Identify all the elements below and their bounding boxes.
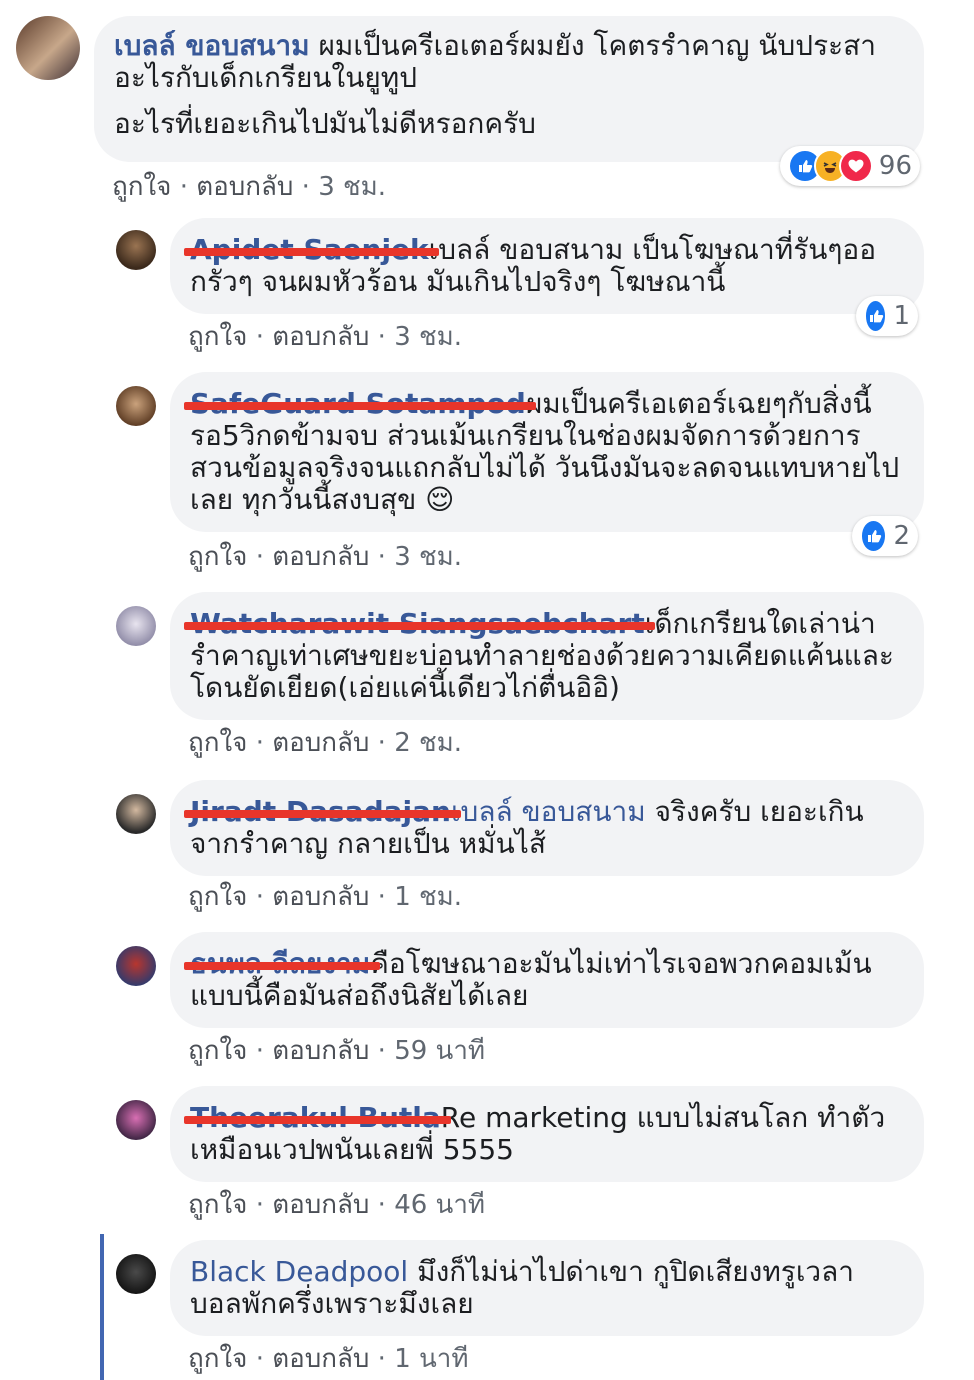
- reaction-count-badge[interactable]: 2: [852, 516, 918, 556]
- comment-actions: ถูกใจ · ตอบกลับ · 2 ชม.: [188, 728, 463, 758]
- comment-actions: ถูกใจ · ตอบกลับ · 3 ชม.: [188, 322, 463, 352]
- reaction-count: 1: [893, 301, 910, 331]
- timestamp[interactable]: 3 ชม.: [394, 542, 462, 572]
- redaction-bar: [184, 962, 381, 970]
- commenter-name[interactable]: Apidet Saenjek: [184, 234, 439, 266]
- avatar[interactable]: [116, 946, 156, 986]
- comment-bubble: เบลล์ ขอบสนาม ผมเป็นครีเอเตอร์ผมยัง โคตร…: [94, 16, 924, 162]
- timestamp[interactable]: 2 ชม.: [394, 728, 462, 758]
- thumbs-up-icon: [860, 519, 888, 553]
- reply-link[interactable]: ตอบกลับ: [272, 322, 369, 352]
- redaction-bar: [184, 622, 655, 630]
- reply-link[interactable]: ตอบกลับ: [272, 1190, 369, 1220]
- reply-link[interactable]: ตอบกลับ: [272, 542, 369, 572]
- commenter-name[interactable]: SafeGuard Sotampod: [184, 388, 536, 420]
- highlight-bar: [100, 1234, 104, 1380]
- commenter-name[interactable]: Theerakul Butla: [184, 1102, 451, 1134]
- redaction-bar: [184, 810, 461, 818]
- like-link[interactable]: ถูกใจ: [188, 882, 247, 912]
- comment-bubble: ธนพล ลีลยงามคือโฆษณาอะมันไม่เท่าไรเจอพวก…: [170, 932, 924, 1028]
- commenter-name[interactable]: Watcharawit Siangsaebchart: [184, 608, 655, 640]
- reply-link[interactable]: ตอบกลับ: [272, 1344, 369, 1374]
- reaction-count-badge[interactable]: 96: [780, 146, 920, 186]
- reaction-count: 96: [878, 151, 913, 181]
- comment-actions: ถูกใจ · ตอบกลับ · 59 นาที: [188, 1036, 486, 1066]
- like-link[interactable]: ถูกใจ: [112, 172, 171, 202]
- redaction-bar: [184, 248, 439, 256]
- timestamp[interactable]: 1 ชม.: [394, 882, 462, 912]
- reply-link[interactable]: ตอบกลับ: [272, 728, 369, 758]
- like-link[interactable]: ถูกใจ: [188, 1344, 247, 1374]
- avatar[interactable]: [116, 606, 156, 646]
- commenter-name[interactable]: เบลล์ ขอบสนาม: [114, 29, 310, 62]
- comment-bubble: SafeGuard Sotampodผมเป็นครีเอเตอร์เฉยๆกั…: [170, 372, 924, 532]
- comment-actions: ถูกใจ · ตอบกลับ · 3 ชม.: [188, 542, 463, 572]
- like-link[interactable]: ถูกใจ: [188, 1190, 247, 1220]
- comment-text-paragraph: อะไรที่เยอะเกินไปมันไม่ดีหรอกครับ: [114, 107, 536, 140]
- thumbs-up-icon: [864, 299, 888, 333]
- commenter-name[interactable]: Jiradt Dasadajan: [184, 796, 461, 828]
- like-link[interactable]: ถูกใจ: [188, 322, 247, 352]
- comment-bubble: Jiradt Dasadajanเบลล์ ขอบสนาม จริงครับ เ…: [170, 780, 924, 876]
- commenter-name[interactable]: Black Deadpool: [190, 1255, 408, 1288]
- heart-icon: [839, 149, 873, 183]
- timestamp[interactable]: 46 นาที: [394, 1190, 485, 1220]
- timestamp[interactable]: 59 นาที: [394, 1036, 485, 1066]
- like-link[interactable]: ถูกใจ: [188, 542, 247, 572]
- avatar[interactable]: [116, 794, 156, 834]
- comment-bubble: Black Deadpool มึงก็ไม่น่าไปด่าเขา กูปิด…: [170, 1240, 924, 1336]
- comment-bubble: Theerakul ButlaRe marketing แบบไม่สนโลก …: [170, 1086, 924, 1182]
- mention-link[interactable]: เบลล์ ขอบสนาม: [451, 795, 646, 828]
- avatar[interactable]: [116, 1100, 156, 1140]
- avatar[interactable]: [116, 1254, 156, 1294]
- redaction-bar: [184, 1116, 451, 1124]
- timestamp[interactable]: 3 ชม.: [394, 322, 462, 352]
- timestamp[interactable]: 1 นาที: [394, 1344, 468, 1374]
- comment-actions: ถูกใจ · ตอบกลับ · 46 นาที: [188, 1190, 486, 1220]
- timestamp[interactable]: 3 ชม.: [318, 172, 386, 202]
- reply-link[interactable]: ตอบกลับ: [196, 172, 293, 202]
- comment-bubble: Apidet Saenjekเบลล์ ขอบสนาม เป็นโฆษณาที่…: [170, 218, 924, 314]
- comment-bubble: Watcharawit Siangsaebchartเด็กเกรียนใดเล…: [170, 592, 924, 720]
- reply-link[interactable]: ตอบกลับ: [272, 882, 369, 912]
- avatar[interactable]: [116, 230, 156, 270]
- avatar[interactable]: [16, 16, 80, 80]
- reply-link[interactable]: ตอบกลับ: [272, 1036, 369, 1066]
- reaction-count-badge[interactable]: 1: [856, 296, 918, 336]
- reaction-count: 2: [893, 521, 910, 551]
- like-link[interactable]: ถูกใจ: [188, 728, 247, 758]
- redaction-bar: [184, 402, 536, 410]
- comment-actions: ถูกใจ · ตอบกลับ · 3 ชม.: [112, 172, 387, 202]
- comment-actions: ถูกใจ · ตอบกลับ · 1 ชม.: [188, 882, 463, 912]
- commenter-name[interactable]: ธนพล ลีลยงาม: [184, 948, 381, 980]
- avatar[interactable]: [116, 386, 156, 426]
- comment-actions: ถูกใจ · ตอบกลับ · 1 นาที: [188, 1344, 469, 1374]
- like-link[interactable]: ถูกใจ: [188, 1036, 247, 1066]
